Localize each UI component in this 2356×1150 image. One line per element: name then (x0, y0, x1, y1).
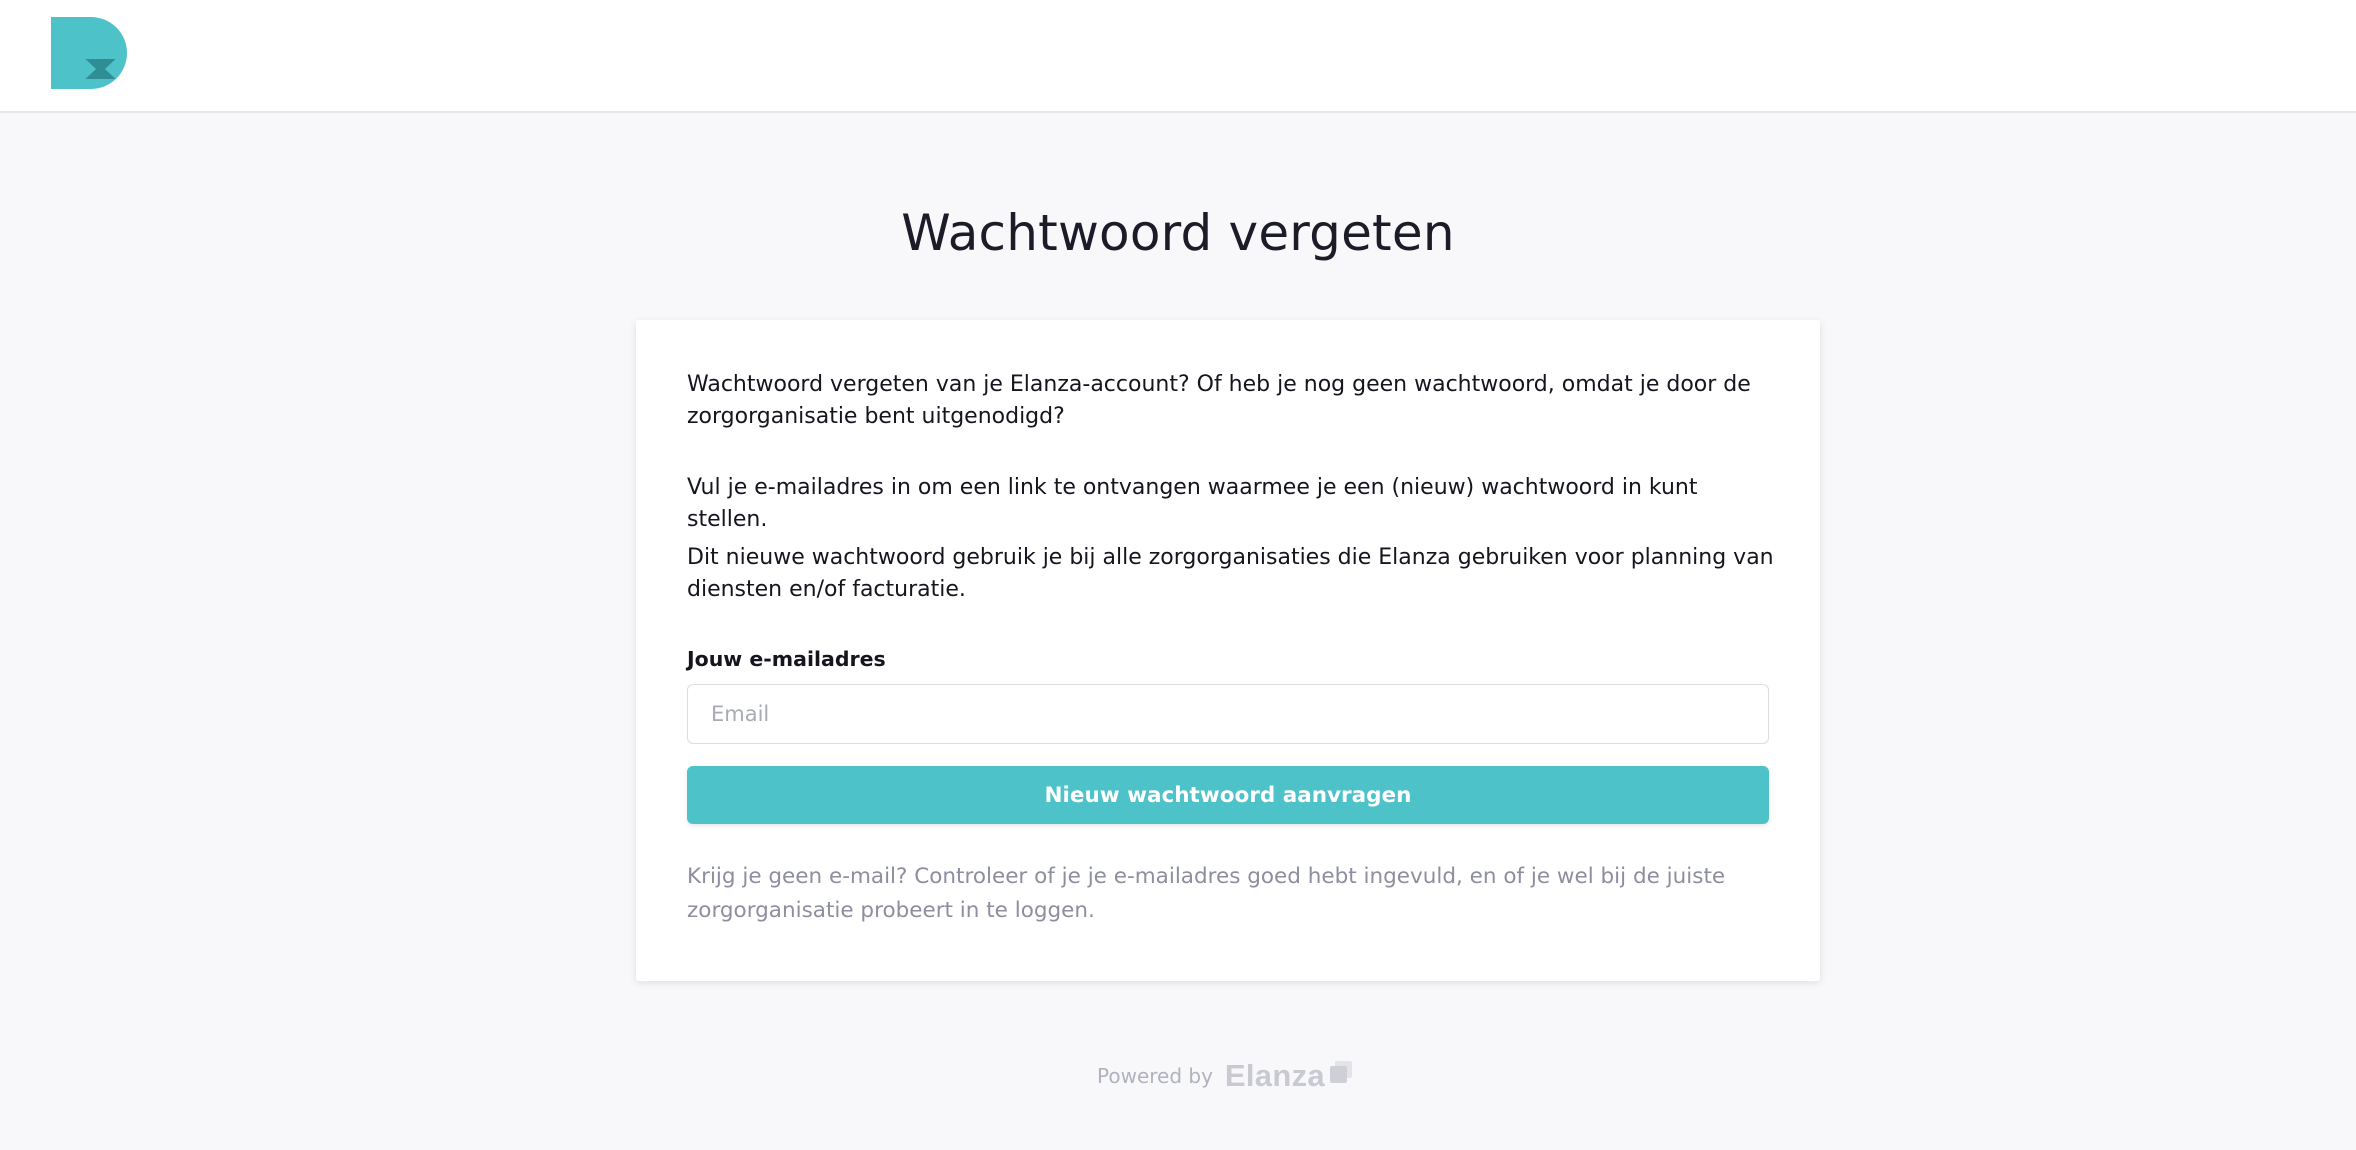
intro-paragraph-3: Dit nieuwe wachtwoord gebruik je bij all… (687, 545, 1774, 602)
elanza-brand[interactable]: Elanza (1225, 1058, 1325, 1094)
intro-paragraph-2: Vul je e-mailadres in om een link te ont… (687, 475, 1698, 532)
elanza-cube-icon (1329, 1061, 1352, 1083)
dz-logo-icon[interactable] (51, 17, 129, 89)
help-text: Krijg je geen e-mail? Controleer of je j… (687, 864, 1726, 923)
email-input[interactable] (687, 684, 1769, 744)
intro-paragraph-1: Wachtwoord vergeten van je Elanza-accoun… (687, 372, 1751, 429)
request-new-password-button[interactable]: Nieuw wachtwoord aanvragen (687, 766, 1769, 824)
powered-by-label: Powered by (1097, 1064, 1213, 1088)
email-label: Jouw e-mailadres (687, 647, 886, 671)
powered-by-footer: Powered by Elanza (1097, 1056, 1354, 1096)
top-bar (0, 0, 2356, 113)
forgot-password-card: Wachtwoord vergeten van je Elanza-accoun… (636, 320, 1820, 981)
page-title: Wachtwoord vergeten (901, 204, 1455, 262)
